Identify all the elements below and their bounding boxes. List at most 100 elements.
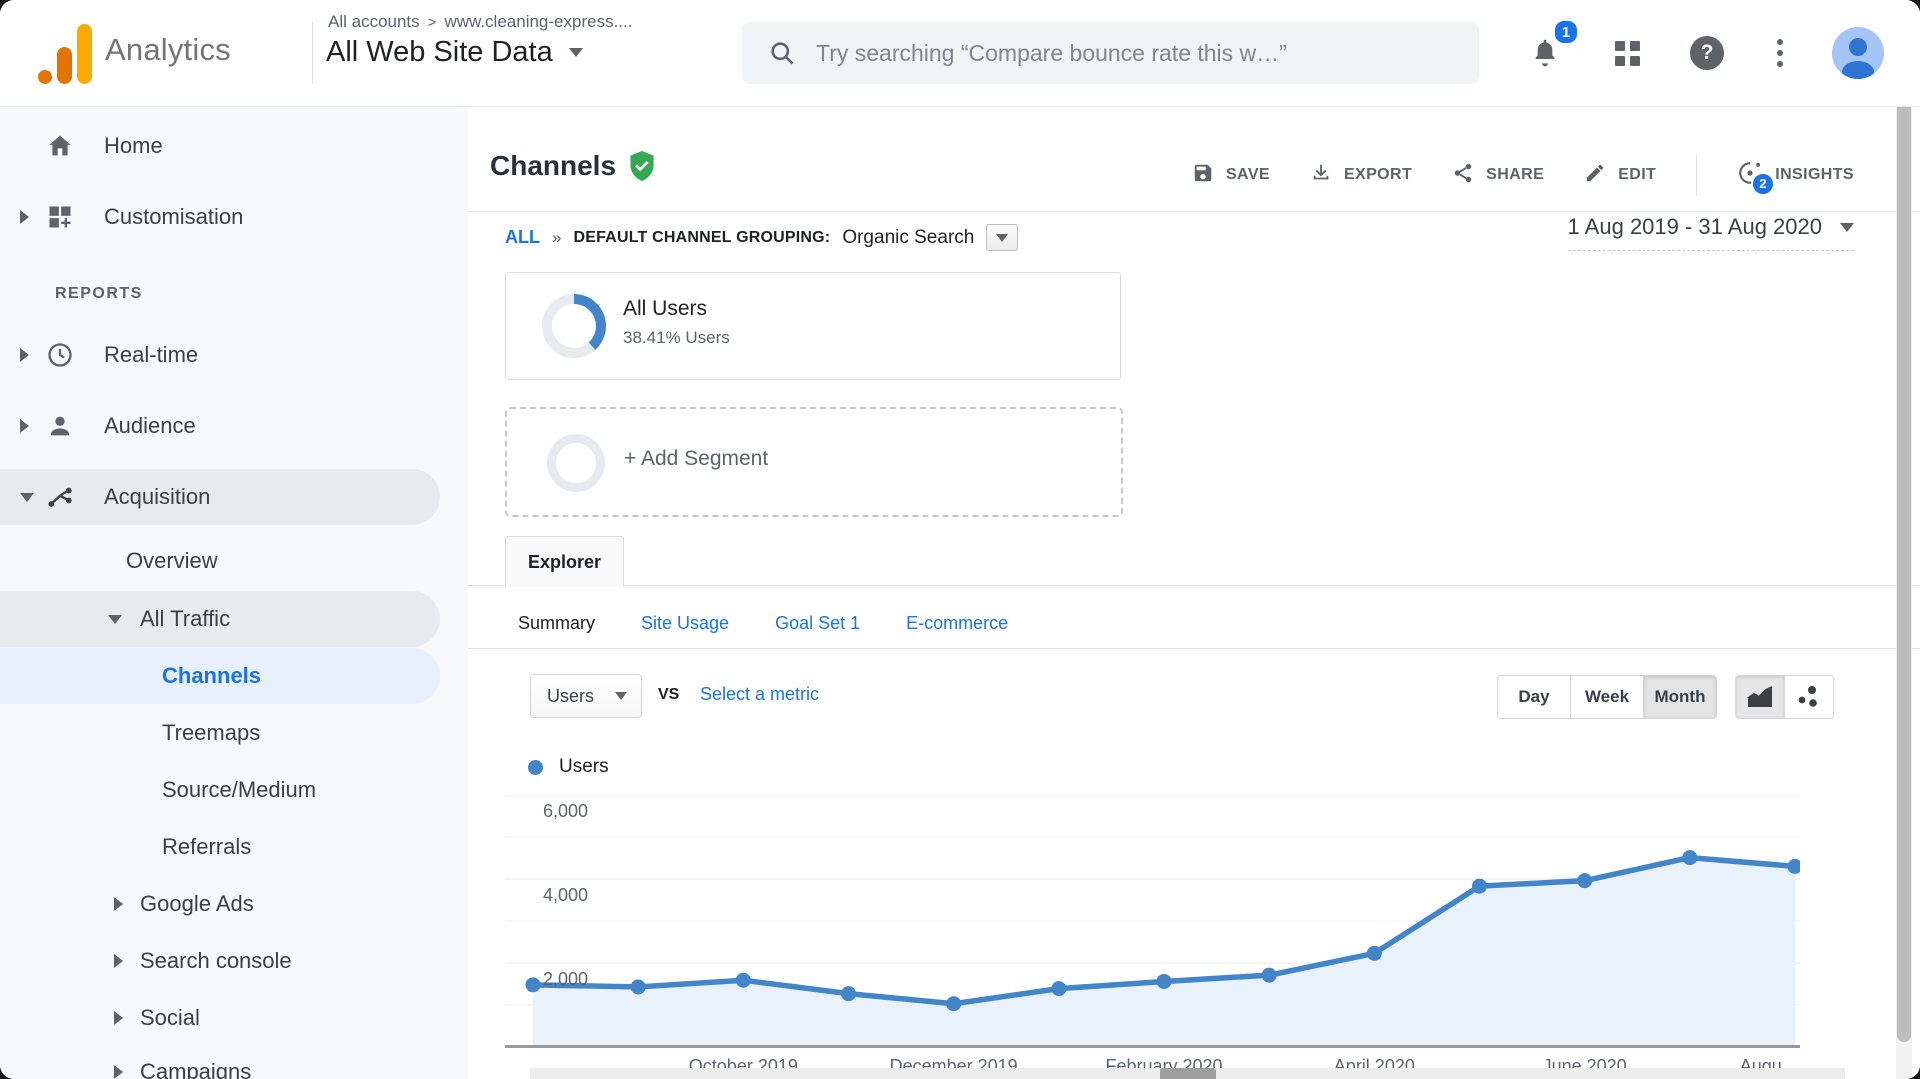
avatar-person-icon (1832, 27, 1884, 79)
sidebar-item-home[interactable]: Home (0, 118, 440, 174)
apps-button[interactable] (1602, 28, 1652, 78)
chart-canvas (505, 795, 1800, 1047)
sidebar-item-social[interactable]: Social (0, 990, 440, 1046)
expand-arrow-icon[interactable] (114, 1011, 123, 1025)
sidebar-item-overview[interactable]: Overview (0, 533, 440, 589)
save-button[interactable]: SAVE (1192, 162, 1270, 189)
y-axis-tick-label: 6,000 (543, 801, 588, 822)
subtab-bar: Summary Site Usage Goal Set 1 E-commerce (518, 601, 1008, 645)
granularity-month-button[interactable]: Month (1644, 676, 1716, 718)
motion-chart-button[interactable] (1785, 676, 1833, 718)
expand-arrow-icon[interactable] (20, 419, 29, 433)
x-axis-line (505, 1045, 1800, 1048)
sidebar-item-channels[interactable]: Channels (0, 648, 440, 704)
page-title: Channels (490, 150, 656, 182)
breadcrumb-account[interactable]: All accounts (328, 12, 420, 31)
analytics-logo-icon[interactable] (38, 24, 92, 84)
expand-arrow-icon[interactable] (114, 897, 123, 911)
sidebar-item-label: Google Ads (140, 891, 254, 917)
tab-divider (468, 585, 1920, 586)
action-label: SAVE (1226, 166, 1270, 184)
chart-type-toggle (1735, 675, 1834, 719)
action-label: SHARE (1486, 166, 1544, 184)
metric-dropdown[interactable]: Users (530, 674, 642, 718)
metric-controls-row: Users VS Select a metric DayWeekMonth (468, 666, 1920, 726)
breadcrumb: All accounts>www.cleaning-express.... (328, 12, 632, 32)
y-axis-tick-label: 4,000 (543, 885, 588, 906)
sidebar-item-audience[interactable]: Audience (0, 398, 440, 454)
sidebar-item-label: All Traffic (140, 606, 230, 632)
subtab-goal-set-1[interactable]: Goal Set 1 (775, 613, 860, 634)
vertical-scrollbar-thumb[interactable] (1897, 100, 1911, 1042)
help-button[interactable]: ? (1682, 28, 1732, 78)
chevron-down-icon (996, 234, 1008, 242)
line-chart-button[interactable] (1736, 676, 1785, 718)
home-icon (46, 132, 74, 160)
grouping-separator: » (552, 228, 561, 248)
subtab-summary[interactable]: Summary (518, 613, 595, 634)
export-button[interactable]: EXPORT (1310, 162, 1412, 189)
sidebar-item-source-medium[interactable]: Source/Medium (0, 762, 440, 818)
sidebar-item-label: Acquisition (104, 484, 210, 510)
date-range-selector[interactable]: 1 Aug 2019 - 31 Aug 2020 (1568, 214, 1854, 251)
add-segment-circle-icon (547, 434, 605, 492)
sidebar-item-search-console[interactable]: Search console (0, 933, 440, 989)
top-header: Analytics All accounts>www.cleaning-expr… (0, 0, 1920, 107)
sidebar-item-referrals[interactable]: Referrals (0, 819, 440, 875)
tab-explorer[interactable]: Explorer (505, 536, 624, 587)
collapse-arrow-icon[interactable] (20, 493, 34, 502)
sidebar-item-acquisition[interactable]: Acquisition (0, 469, 440, 525)
vs-label: VS (658, 686, 679, 704)
breadcrumb-path[interactable]: www.cleaning-express.... (444, 12, 632, 31)
horizontal-scrollbar[interactable] (530, 1068, 1845, 1079)
select-metric-link[interactable]: Select a metric (700, 684, 819, 705)
sidebar-item-all-traffic[interactable]: All Traffic (0, 591, 440, 647)
sidebar-item-label: Audience (104, 413, 196, 439)
segment-card-all-users[interactable]: All Users 38.41% Users (505, 272, 1121, 380)
granularity-week-button[interactable]: Week (1571, 676, 1644, 718)
subtab-site-usage[interactable]: Site Usage (641, 613, 729, 634)
segment-donut-chart (542, 294, 606, 358)
insights-icon: 2 (1737, 160, 1763, 191)
granularity-day-button[interactable]: Day (1498, 676, 1571, 718)
property-selector[interactable]: All Web Site Data (326, 36, 583, 69)
search-icon (768, 39, 796, 67)
sidebar-section-reports: REPORTS (55, 285, 143, 303)
sidebar-item-campaigns[interactable]: Campaigns (0, 1044, 440, 1079)
horizontal-scrollbar-thumb[interactable] (1160, 1068, 1216, 1079)
more-menu-button[interactable] (1755, 28, 1805, 78)
sidebar-item-label: Search console (140, 948, 292, 974)
logo-text[interactable]: Analytics (105, 32, 231, 68)
expand-arrow-icon[interactable] (114, 954, 123, 968)
sidebar-item-google-ads[interactable]: Google Ads (0, 876, 440, 932)
edit-button[interactable]: EDIT (1584, 162, 1656, 189)
expand-arrow-icon[interactable] (114, 1065, 123, 1079)
sidebar-item-label: Treemaps (162, 720, 260, 746)
sidebar-item-customisation[interactable]: Customisation (0, 189, 440, 245)
line-chart-icon (1747, 686, 1773, 708)
date-range-text: 1 Aug 2019 - 31 Aug 2020 (1568, 214, 1822, 240)
channel-grouping-breadcrumb: ALL » DEFAULT CHANNEL GROUPING: Organic … (505, 224, 1018, 251)
export-icon (1310, 162, 1332, 189)
share-button[interactable]: SHARE (1452, 162, 1544, 189)
grouping-all-link[interactable]: ALL (505, 227, 540, 248)
expand-arrow-icon[interactable] (20, 348, 29, 362)
avatar[interactable] (1832, 27, 1884, 79)
sidebar-item-real-time[interactable]: Real-time (0, 327, 440, 383)
subtab-e-commerce[interactable]: E-commerce (906, 613, 1008, 634)
y-axis-tick-label: 2,000 (543, 969, 588, 990)
help-icon: ? (1690, 36, 1724, 70)
acquisition-icon (46, 483, 74, 511)
grouping-dropdown-button[interactable] (986, 224, 1018, 251)
sidebar-item-label: Overview (126, 548, 218, 574)
search-bar[interactable] (742, 22, 1479, 84)
expand-arrow-icon[interactable] (20, 210, 29, 224)
chart-legend: Users (528, 756, 609, 778)
sidebar-item-label: Social (140, 1005, 200, 1031)
insights-button[interactable]: 2INSIGHTS (1737, 160, 1854, 191)
sidebar-item-treemaps[interactable]: Treemaps (0, 705, 440, 761)
add-segment-card[interactable]: + Add Segment (505, 407, 1123, 517)
collapse-arrow-icon[interactable] (108, 615, 122, 624)
legend-dot-icon (528, 760, 543, 775)
search-input[interactable] (814, 39, 1469, 68)
